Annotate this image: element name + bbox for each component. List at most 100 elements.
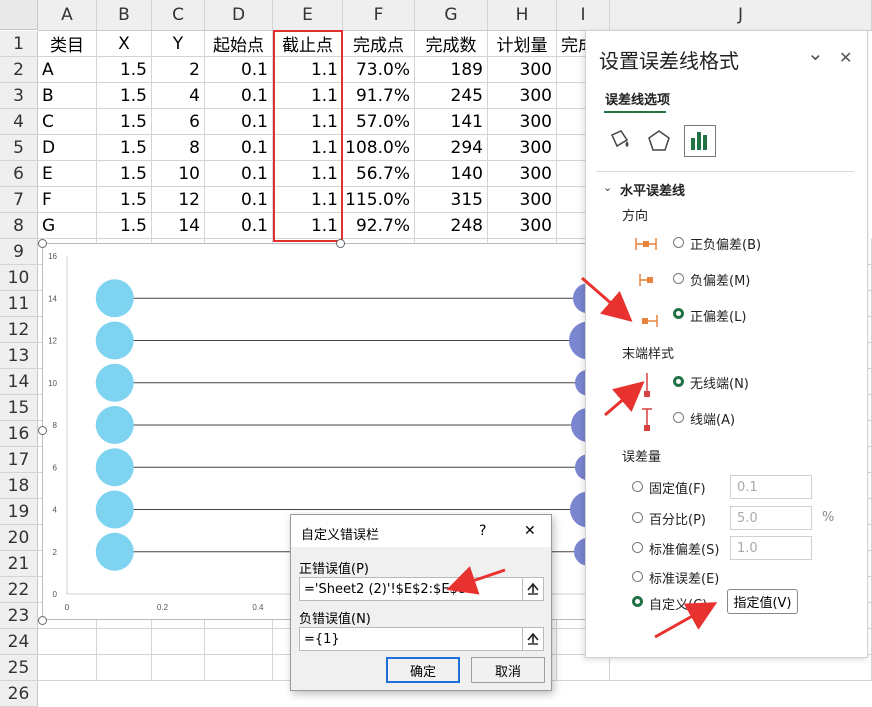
table-cell[interactable]: 0.1 <box>205 109 273 135</box>
close-pane-icon[interactable]: ✕ <box>839 48 852 67</box>
table-cell[interactable]: 12 <box>152 187 205 213</box>
table-cell[interactable]: 1.5 <box>97 109 152 135</box>
option-percent-label[interactable]: 百分比(P) <box>649 509 706 528</box>
radio-stddev[interactable] <box>632 542 643 553</box>
table-cell[interactable]: 8 <box>152 135 205 161</box>
row-header-8[interactable]: 8 <box>0 213 38 239</box>
radio-plus[interactable] <box>673 308 684 319</box>
column-header-j[interactable]: J <box>610 0 872 31</box>
empty-cell[interactable] <box>205 629 273 655</box>
row-header-11[interactable]: 11 <box>0 291 38 317</box>
table-cell[interactable]: 108.0% <box>343 135 415 161</box>
chart-handle-tl[interactable] <box>38 239 47 248</box>
table-cell[interactable]: C <box>38 109 97 135</box>
row-header-25[interactable]: 25 <box>0 655 38 681</box>
column-header-d[interactable]: D <box>205 0 273 31</box>
row-header-9[interactable]: 9 <box>0 239 38 265</box>
table-cell[interactable]: 0.1 <box>205 161 273 187</box>
empty-cell[interactable] <box>152 629 205 655</box>
row-header-24[interactable]: 24 <box>0 629 38 655</box>
section-toggle-icon[interactable]: ⌄ <box>603 181 612 194</box>
table-cell[interactable]: 140 <box>415 161 488 187</box>
table-cell[interactable]: 300 <box>488 213 557 239</box>
header-cell[interactable]: 完成数 <box>415 31 488 57</box>
dialog-ok-button[interactable]: 确定 <box>386 657 460 683</box>
radio-percent[interactable] <box>632 512 643 523</box>
table-cell[interactable]: 115.0% <box>343 187 415 213</box>
table-cell[interactable]: B <box>38 83 97 109</box>
header-cell[interactable]: 类目 <box>38 31 97 57</box>
table-cell[interactable]: 1.5 <box>97 57 152 83</box>
row-header-6[interactable]: 6 <box>0 161 38 187</box>
row-header-26[interactable]: 26 <box>0 681 38 707</box>
row-header-23[interactable]: 23 <box>0 603 38 629</box>
table-cell[interactable]: 300 <box>488 135 557 161</box>
radio-cap[interactable] <box>673 412 684 423</box>
option-stddev-label[interactable]: 标准偏差(S) <box>649 539 719 558</box>
option-plus-label[interactable]: 正偏差(L) <box>690 306 746 325</box>
row-header-22[interactable]: 22 <box>0 577 38 603</box>
empty-cell[interactable] <box>38 655 97 681</box>
row-header-20[interactable]: 20 <box>0 525 38 551</box>
header-cell[interactable]: 计划量 <box>488 31 557 57</box>
empty-cell[interactable] <box>610 655 872 681</box>
row-header-13[interactable]: 13 <box>0 343 38 369</box>
select-all-corner[interactable] <box>0 0 38 30</box>
row-header-15[interactable]: 15 <box>0 395 38 421</box>
table-cell[interactable]: 294 <box>415 135 488 161</box>
column-header-i[interactable]: I <box>557 0 610 31</box>
column-header-a[interactable]: A <box>38 0 97 31</box>
table-cell[interactable]: 92.7% <box>343 213 415 239</box>
option-cap-label[interactable]: 线端(A) <box>690 409 735 428</box>
negative-range-picker[interactable] <box>522 628 543 650</box>
row-header-19[interactable]: 19 <box>0 499 38 525</box>
tab-error-bar-options[interactable]: 误差线选项 <box>605 89 670 108</box>
table-cell[interactable]: 300 <box>488 83 557 109</box>
radio-stderr[interactable] <box>632 571 643 582</box>
option-fixed-label[interactable]: 固定值(F) <box>649 478 706 497</box>
column-header-h[interactable]: H <box>488 0 557 31</box>
effects-tab[interactable] <box>644 127 674 157</box>
specify-value-button[interactable]: 指定值(V) <box>727 589 798 614</box>
table-cell[interactable]: 315 <box>415 187 488 213</box>
table-cell[interactable]: E <box>38 161 97 187</box>
header-cell[interactable]: 完成点 <box>343 31 415 57</box>
percent-value-input[interactable]: 5.0 <box>730 506 812 530</box>
header-cell[interactable]: Y <box>152 31 205 57</box>
table-cell[interactable]: 91.7% <box>343 83 415 109</box>
negative-error-input[interactable]: ={1} <box>299 627 544 651</box>
options-tab-selected[interactable] <box>684 125 716 157</box>
empty-cell[interactable] <box>557 655 610 681</box>
header-cell[interactable]: X <box>97 31 152 57</box>
column-header-b[interactable]: B <box>97 0 152 31</box>
table-cell[interactable]: 0.1 <box>205 187 273 213</box>
option-custom-label[interactable]: 自定义(C) <box>649 594 707 613</box>
row-header-21[interactable]: 21 <box>0 551 38 577</box>
fixed-value-input[interactable]: 0.1 <box>730 475 812 499</box>
fill-line-tab[interactable] <box>604 127 634 157</box>
table-cell[interactable]: 300 <box>488 187 557 213</box>
row-header-1[interactable]: 1 <box>0 31 38 57</box>
table-cell[interactable]: 1.5 <box>97 135 152 161</box>
option-both-label[interactable]: 正负偏差(B) <box>690 234 761 253</box>
row-header-17[interactable]: 17 <box>0 447 38 473</box>
table-cell[interactable]: 300 <box>488 57 557 83</box>
chart-handle-tm[interactable] <box>336 239 345 248</box>
table-cell[interactable]: 2 <box>152 57 205 83</box>
chart-handle-bl[interactable] <box>38 616 47 625</box>
table-cell[interactable]: 1.5 <box>97 213 152 239</box>
table-cell[interactable]: 189 <box>415 57 488 83</box>
table-cell[interactable]: 0.1 <box>205 135 273 161</box>
table-cell[interactable]: 56.7% <box>343 161 415 187</box>
row-header-12[interactable]: 12 <box>0 317 38 343</box>
column-header-c[interactable]: C <box>152 0 205 31</box>
section-horizontal-error-bars[interactable]: 水平误差线 <box>620 180 685 199</box>
collapse-pane-icon[interactable]: ⌄ <box>807 41 824 65</box>
table-cell[interactable]: F <box>38 187 97 213</box>
table-cell[interactable]: 57.0% <box>343 109 415 135</box>
header-cell[interactable]: 起始点 <box>205 31 273 57</box>
table-cell[interactable]: 4 <box>152 83 205 109</box>
option-no-cap-label[interactable]: 无线端(N) <box>690 373 749 392</box>
column-header-e[interactable]: E <box>273 0 343 31</box>
empty-cell[interactable] <box>97 655 152 681</box>
